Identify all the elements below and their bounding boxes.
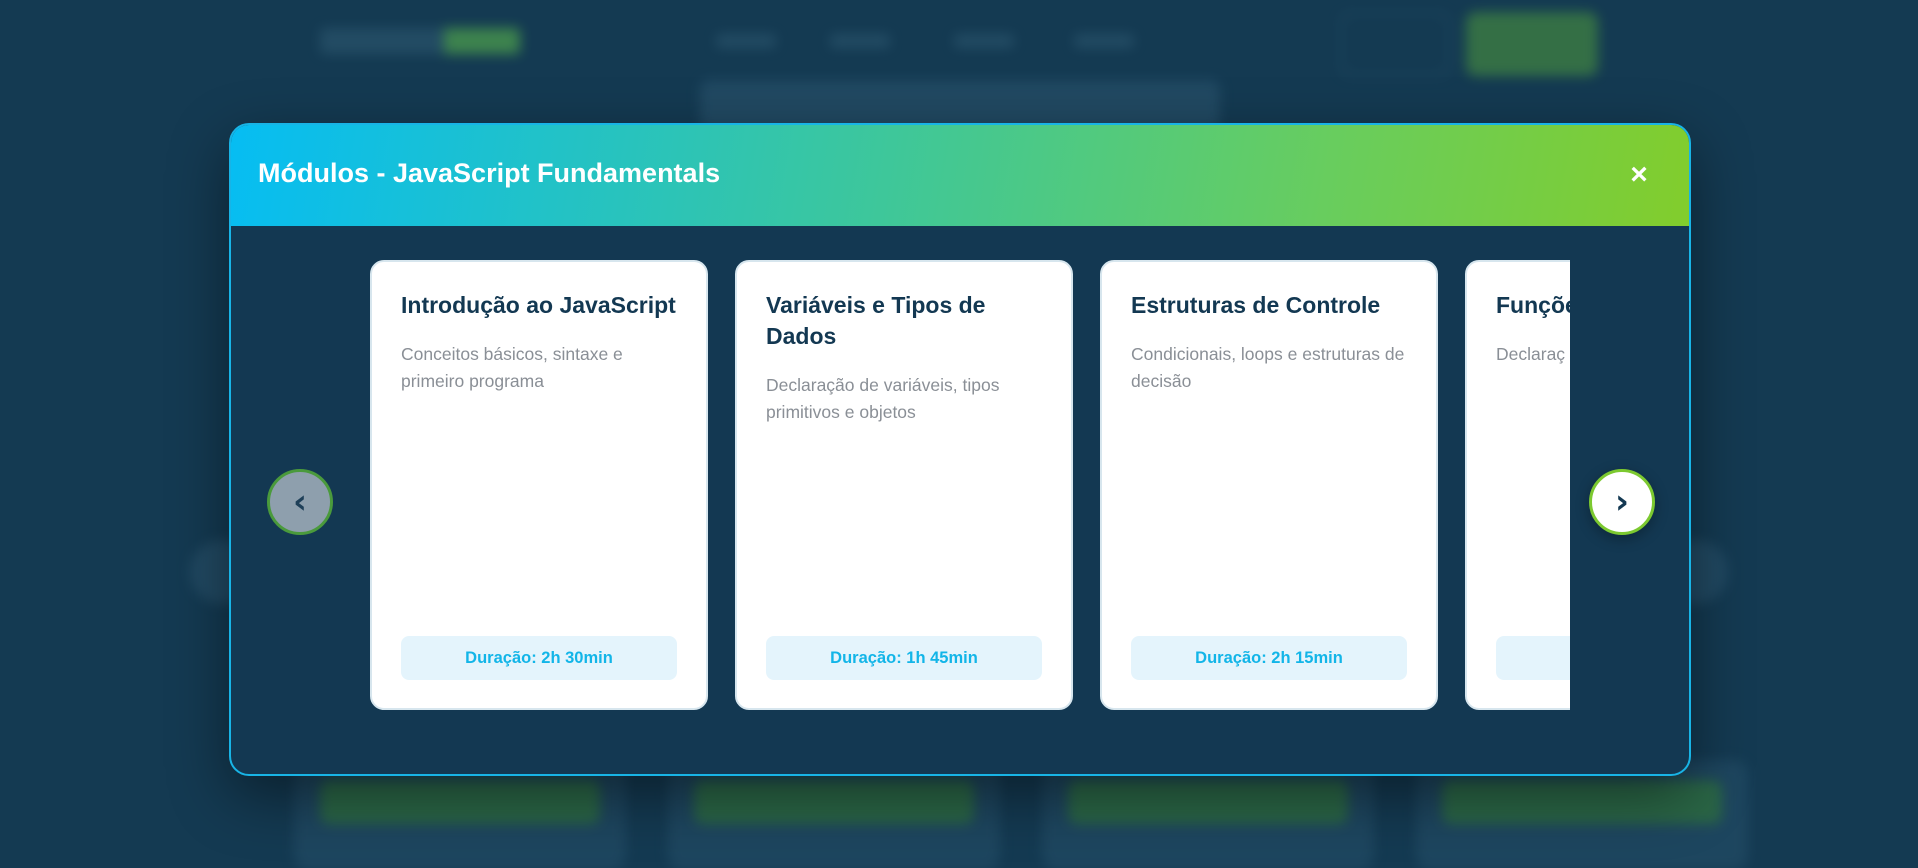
background-card	[1416, 760, 1748, 868]
background-card	[1042, 760, 1374, 868]
module-description: Declaração de variáveis, tipos primitivo…	[766, 375, 1000, 422]
background-nav-item	[830, 34, 890, 48]
background-nav-item	[1074, 34, 1134, 48]
module-description: Condicionais, loops e estruturas de deci…	[1131, 344, 1405, 391]
modal-title: Módulos - JavaScript Fundamentals	[258, 158, 721, 188]
close-icon[interactable]: ×	[1623, 159, 1655, 191]
module-title: Estruturas de Controle	[1131, 292, 1381, 318]
chevron-right-icon: ›	[1614, 482, 1629, 522]
carousel-next-button[interactable]: ›	[1589, 469, 1655, 535]
module-description: Declaraç parâmetr	[1496, 344, 1570, 364]
module-title: Variáveis e Tipos de Dados	[766, 292, 986, 349]
chevron-left-icon: ‹	[292, 482, 307, 522]
module-duration-badge: Duração: 2h 30min	[401, 636, 677, 680]
background-nav-item	[716, 34, 776, 48]
module-card[interactable]: Introdução ao JavaScript Conceitos básic…	[370, 260, 708, 710]
module-title: Funçõe	[1496, 292, 1570, 318]
module-card[interactable]: Estruturas de Controle Condicionais, loo…	[1100, 260, 1438, 710]
background-signup-button	[1466, 12, 1598, 76]
background-logo	[320, 28, 520, 54]
module-duration-badge: Duração: 1h 45min	[766, 636, 1042, 680]
module-duration-badge: D	[1496, 636, 1570, 680]
module-duration-badge: Duração: 2h 15min	[1131, 636, 1407, 680]
modules-carousel: Introdução ao JavaScript Conceitos básic…	[370, 260, 1570, 720]
modules-track: Introdução ao JavaScript Conceitos básic…	[370, 260, 1570, 710]
module-description: Conceitos básicos, sintaxe e primeiro pr…	[401, 344, 623, 391]
background-card	[668, 760, 1000, 868]
module-card[interactable]: Funçõe Declaraç parâmetr D	[1465, 260, 1570, 710]
background-header	[0, 0, 1918, 86]
background-login-button	[1340, 12, 1450, 76]
carousel-prev-button[interactable]: ‹	[267, 469, 333, 535]
modules-modal: Módulos - JavaScript Fundamentals × ‹ In…	[229, 123, 1691, 776]
module-title: Introdução ao JavaScript	[401, 292, 676, 318]
modal-header: Módulos - JavaScript Fundamentals ×	[231, 125, 1689, 226]
module-card[interactable]: Variáveis e Tipos de Dados Declaração de…	[735, 260, 1073, 710]
background-card	[294, 760, 626, 868]
background-nav-item	[954, 34, 1014, 48]
